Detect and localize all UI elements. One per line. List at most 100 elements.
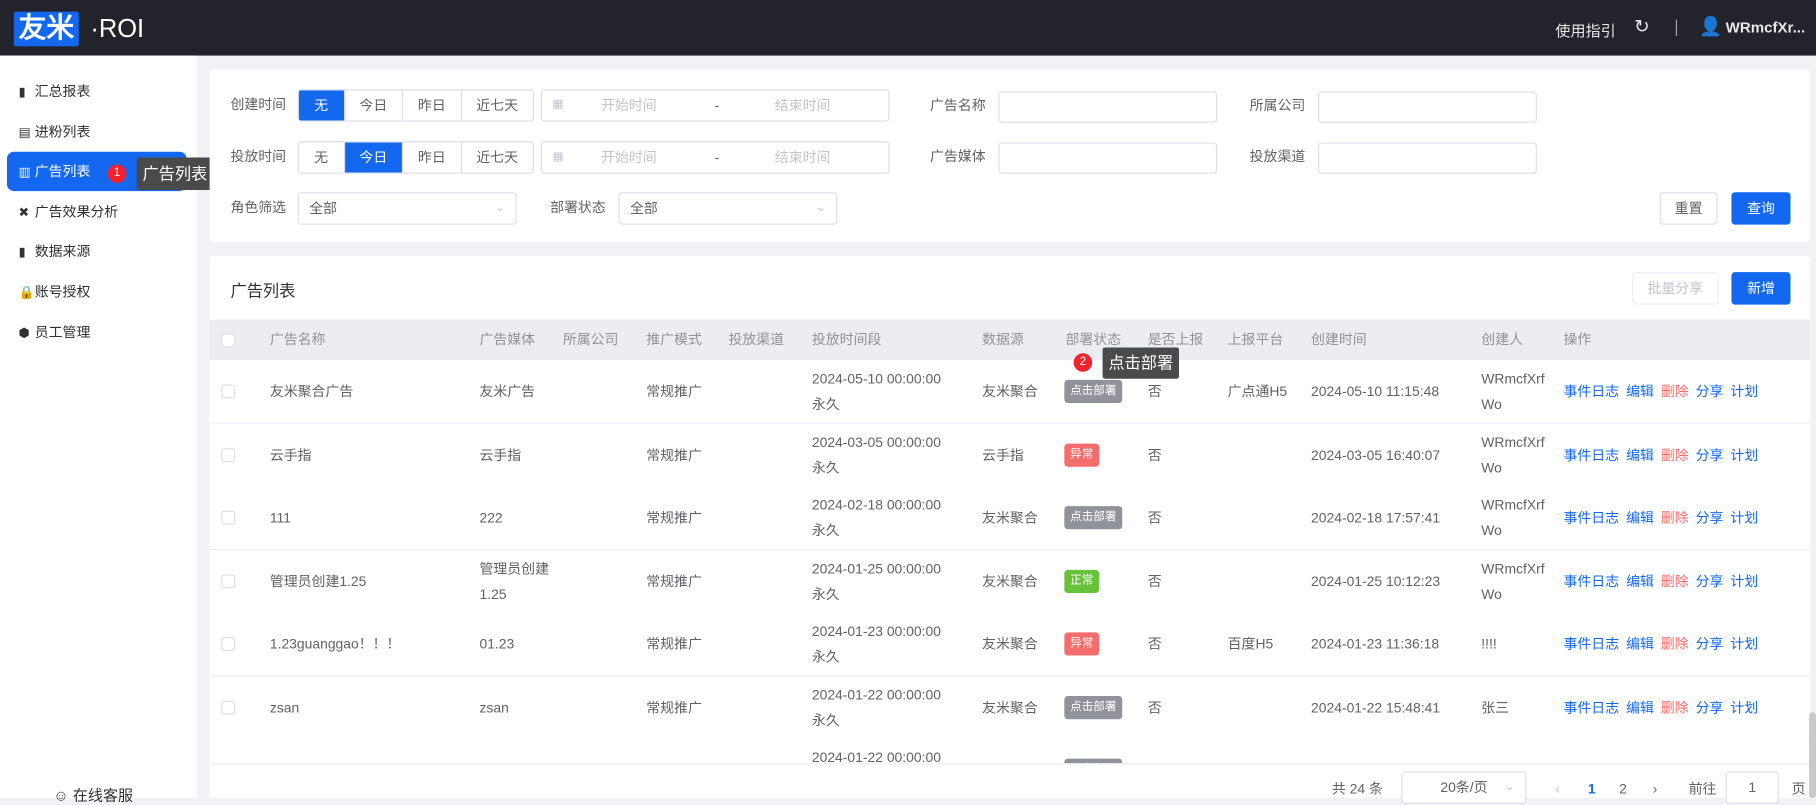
status-tag[interactable]: 点击部署 [1064, 506, 1123, 530]
share-link[interactable]: 分享 [1696, 699, 1724, 715]
sidebar-item[interactable]: ▮ 汇总报表 [7, 72, 187, 111]
plan-link[interactable]: 计划 [1730, 699, 1758, 715]
quick-option[interactable]: 今日 [345, 90, 404, 121]
edit-link[interactable]: 编辑 [1626, 699, 1654, 715]
shield-icon: ⬢ [18, 326, 30, 341]
media-cell: 01.23 [479, 613, 551, 676]
select-value: 全部 [630, 200, 658, 217]
share-link[interactable]: 分享 [1696, 446, 1724, 462]
edit-link[interactable]: 编辑 [1626, 383, 1654, 399]
media-text: 222 [479, 509, 503, 526]
mode-text: 常规推广 [646, 698, 702, 716]
edit-link[interactable]: 编辑 [1626, 446, 1654, 462]
role-select[interactable]: 全部 ⌄ [297, 192, 517, 225]
plan-link[interactable]: 计划 [1730, 636, 1758, 652]
range-separator: - [714, 97, 720, 114]
company-cell [563, 739, 632, 764]
put-time-range-picker[interactable]: ▦ 开始时间 - 结束时间 [540, 141, 890, 174]
sidebar-item[interactable]: 🔒账号授权 [7, 272, 187, 311]
calendar-icon: ▦ [552, 98, 564, 112]
query-button[interactable]: 查询 [1731, 192, 1791, 225]
user-name[interactable]: WRmcfXr... [1726, 19, 1805, 36]
channel-cell [728, 423, 797, 486]
row-checkbox[interactable] [221, 636, 236, 651]
created-cell: 2024-01-22 15:48:41 [1311, 676, 1473, 739]
add-button[interactable]: 新增 [1731, 272, 1791, 305]
quick-option[interactable]: 昨日 [403, 142, 462, 173]
reset-button[interactable]: 重置 [1659, 192, 1718, 225]
event-log-link[interactable]: 事件日志 [1564, 699, 1620, 715]
page-size-select[interactable]: 20条/页 ⌄ [1401, 771, 1527, 804]
created-cell: 2024-01-23 11:36:18 [1311, 613, 1473, 676]
plan-link[interactable]: 计划 [1730, 446, 1758, 462]
report-cell [1148, 739, 1217, 764]
source-text: 云手指 [982, 446, 1024, 463]
media-input[interactable] [998, 142, 1218, 174]
status-tag[interactable]: 点击部署 [1064, 695, 1123, 719]
share-link[interactable]: 分享 [1696, 510, 1724, 526]
put-time-quick-select: 无今日 昨日 近七天 [297, 141, 534, 174]
company-input[interactable] [1317, 91, 1537, 123]
delete-link[interactable]: 删除 [1661, 636, 1689, 652]
filter-label: 广告名称 [930, 97, 986, 114]
status-tag: 异常 [1064, 632, 1100, 656]
end-date-input[interactable]: 结束时间 [775, 90, 831, 120]
event-log-link[interactable]: 事件日志 [1564, 573, 1620, 589]
plan-link[interactable]: 计划 [1730, 383, 1758, 399]
plan-link[interactable]: 计划 [1730, 573, 1758, 589]
user-icon[interactable]: 👤 [1699, 15, 1722, 38]
goto-page-input[interactable]: 1 [1725, 771, 1779, 804]
quick-option[interactable]: 无 [298, 90, 345, 121]
share-link[interactable]: 分享 [1696, 383, 1724, 399]
source-cell [982, 739, 1051, 764]
guide-link[interactable]: 使用指引 [1555, 19, 1615, 41]
edit-link[interactable]: 编辑 [1626, 510, 1654, 526]
delete-link[interactable]: 删除 [1661, 510, 1689, 526]
quick-option[interactable]: 无 [299, 142, 345, 173]
row-checkbox[interactable] [221, 510, 236, 525]
create-time-range-picker[interactable]: ▦ 开始时间 - 结束时间 [540, 89, 890, 122]
channel-input[interactable] [1317, 142, 1537, 174]
row-checkbox[interactable] [221, 573, 236, 588]
online-support[interactable]: ☺ 在线客服 [53, 783, 133, 805]
refresh-icon[interactable]: ↻ [1634, 15, 1650, 38]
status-tag[interactable]: 点击部署 [1064, 379, 1123, 404]
delete-link[interactable]: 删除 [1661, 383, 1689, 399]
end-date-input[interactable]: 结束时间 [775, 142, 831, 172]
scrollbar[interactable] [1809, 712, 1816, 798]
quick-option[interactable]: 今日 [344, 142, 404, 173]
delete-link[interactable]: 删除 [1661, 446, 1689, 462]
event-log-link[interactable]: 事件日志 [1564, 383, 1620, 399]
quick-option[interactable]: 近七天 [462, 90, 533, 120]
source-text: 友米聚合 [982, 509, 1038, 526]
event-log-link[interactable]: 事件日志 [1564, 636, 1620, 652]
channel-cell [728, 676, 797, 739]
sidebar-item[interactable]: ⬢ 员工管理 [7, 313, 187, 352]
sidebar-item[interactable]: ▮ 数据来源 [7, 232, 187, 271]
report-text: 否 [1147, 383, 1162, 400]
share-link[interactable]: 分享 [1696, 636, 1724, 652]
event-log-link[interactable]: 事件日志 [1564, 446, 1620, 462]
media-cell [479, 739, 551, 764]
period-end: 永久 [811, 396, 840, 413]
batch-share-button[interactable]: 批量分享 [1631, 272, 1719, 305]
edit-link[interactable]: 编辑 [1626, 573, 1654, 589]
sidebar-item[interactable]: ▤ 进粉列表 [7, 112, 187, 151]
deploy-select[interactable]: 全部 ⌄ [618, 192, 838, 225]
quick-option[interactable]: 昨日 [403, 90, 462, 121]
edit-link[interactable]: 编辑 [1626, 636, 1654, 652]
quick-option[interactable]: 近七天 [462, 142, 533, 172]
sidebar-item[interactable]: ✖ 广告效果分析 [7, 192, 187, 231]
delete-link[interactable]: 删除 [1661, 573, 1689, 589]
delete-link[interactable]: 删除 [1661, 699, 1689, 715]
row-checkbox[interactable] [221, 700, 236, 715]
share-link[interactable]: 分享 [1696, 573, 1724, 589]
select-all-checkbox[interactable] [221, 333, 236, 348]
event-log-link[interactable]: 事件日志 [1564, 510, 1620, 526]
start-date-input[interactable]: 开始时间 [601, 142, 657, 172]
ad-name-input[interactable] [998, 91, 1218, 123]
start-date-input[interactable]: 开始时间 [601, 90, 657, 120]
plan-link[interactable]: 计划 [1730, 510, 1758, 526]
row-checkbox[interactable] [221, 447, 236, 462]
row-checkbox[interactable] [221, 384, 236, 399]
